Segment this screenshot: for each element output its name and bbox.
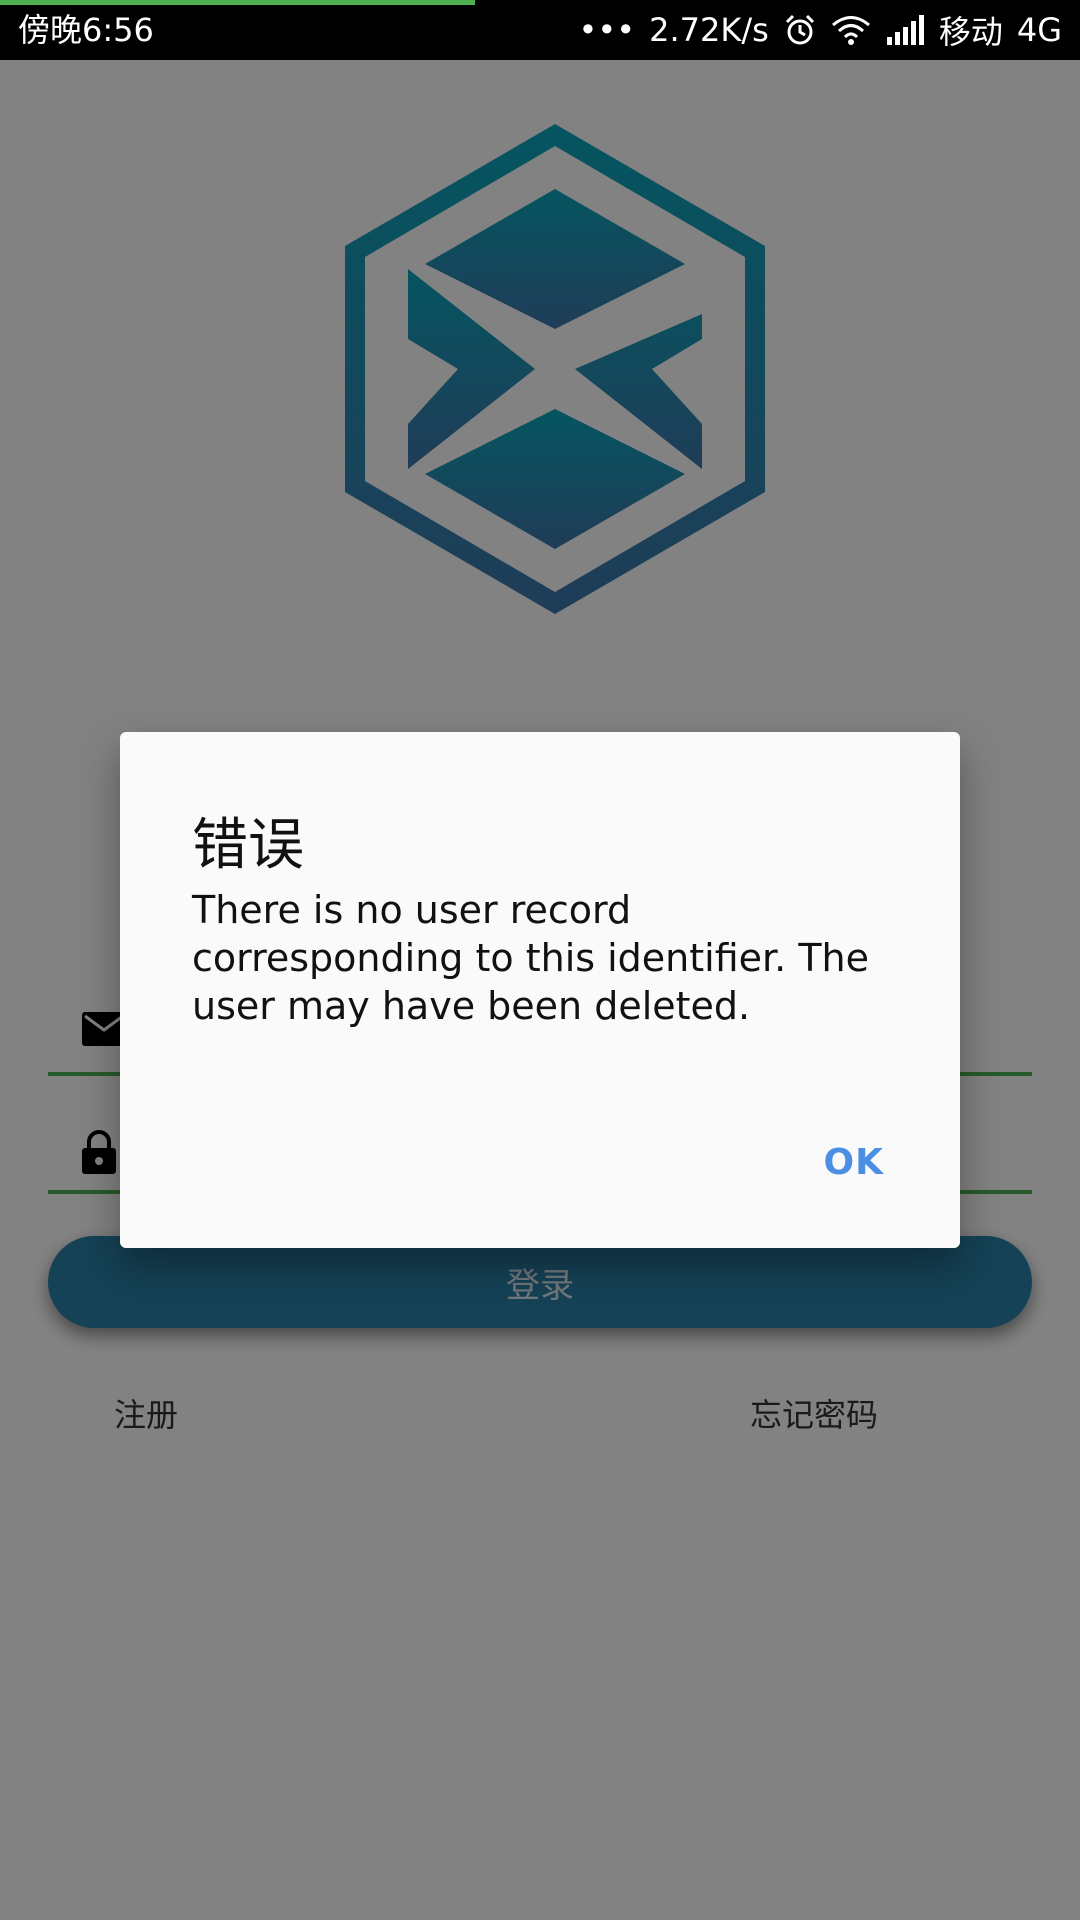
alarm-icon xyxy=(783,13,817,47)
wifi-icon xyxy=(831,14,871,46)
ok-button[interactable]: OK xyxy=(824,1142,885,1183)
carrier-label: 移动 xyxy=(938,13,1003,51)
loading-progress-bar xyxy=(0,0,476,5)
error-dialog: 错误 There is no user record corresponding… xyxy=(120,732,960,1248)
net-speed: 2.72K/s xyxy=(649,11,769,49)
status-indicators: ••• 2.72K/s 移动 4G xyxy=(578,10,1062,51)
dialog-title: 错误 xyxy=(192,813,304,878)
status-bar: 傍晚6:56 ••• 2.72K/s 移动 4G xyxy=(0,0,1080,60)
network-type: 4G xyxy=(1016,11,1062,49)
status-time: 傍晚6:56 xyxy=(18,11,154,49)
signal-icon xyxy=(885,15,925,45)
more-dots-icon: ••• xyxy=(578,11,636,49)
dialog-message: There is no user record corresponding to… xyxy=(192,888,870,1028)
